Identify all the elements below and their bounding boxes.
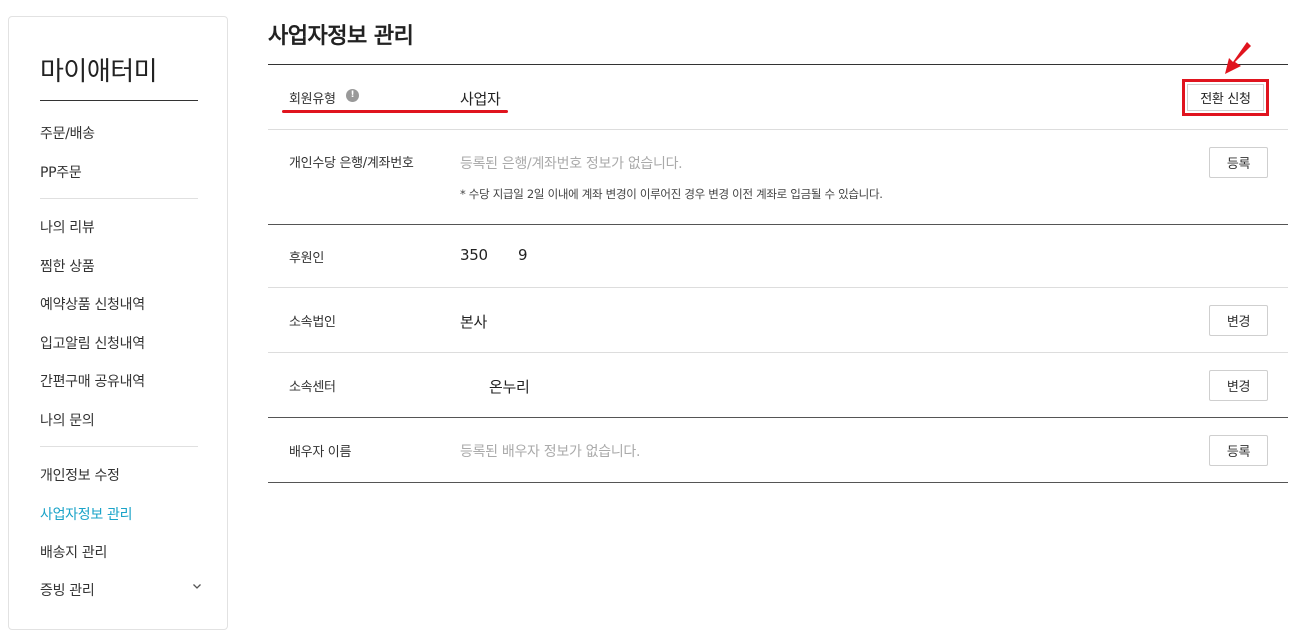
row-divider [268, 352, 1288, 353]
sidebar: 마이애터미 주문/배송 PP주문 나의 리뷰 찜한 상품 예약상품 신청내역 입… [8, 16, 228, 630]
bank-account-placeholder: 등록된 은행/계좌번호 정보가 없습니다. [460, 156, 683, 172]
sidebar-item-label: 증빙 관리 [40, 583, 95, 599]
sidebar-item-shared-purchases[interactable]: 간편구매 공유내역 [40, 371, 202, 391]
sidebar-item-restock-alerts[interactable]: 입고알림 신청내역 [40, 333, 202, 353]
row-divider [268, 287, 1288, 288]
sidebar-item-profile-edit[interactable]: 개인정보 수정 [40, 465, 202, 485]
sidebar-title: 마이애터미 [40, 57, 158, 87]
page-title: 사업자정보 관리 [268, 24, 414, 49]
sidebar-title-rule [40, 100, 198, 101]
highlight-underline [282, 110, 508, 113]
sidebar-item-orders[interactable]: 주문/배송 [40, 123, 202, 143]
change-center-button[interactable]: 변경 [1209, 370, 1268, 401]
register-spouse-button[interactable]: 등록 [1209, 435, 1268, 466]
sponsor-label: 후원인 [289, 251, 324, 266]
corporation-label: 소속법인 [289, 315, 336, 330]
center-label: 소속센터 [289, 380, 336, 395]
spouse-name-label: 배우자 이름 [289, 445, 352, 460]
info-icon[interactable]: ! [346, 89, 359, 102]
spouse-name-placeholder: 등록된 배우자 정보가 없습니다. [460, 444, 641, 460]
sidebar-item-pp-orders[interactable]: PP주문 [40, 162, 202, 182]
member-type-label: 회원유형 [289, 92, 336, 107]
change-corporation-button[interactable]: 변경 [1209, 305, 1268, 336]
bank-account-label: 개인수당 은행/계좌번호 [289, 156, 414, 171]
row-divider [268, 417, 1288, 418]
sidebar-item-receipts[interactable]: 증빙 관리 [40, 580, 202, 600]
row-divider [268, 129, 1288, 130]
chevron-down-icon [192, 580, 202, 594]
center-value: 온누리 [489, 378, 530, 396]
switch-request-button[interactable]: 전환 신청 [1187, 84, 1264, 111]
sidebar-item-addresses[interactable]: 배송지 관리 [40, 542, 202, 562]
sidebar-divider [40, 198, 198, 199]
sidebar-item-business-info[interactable]: 사업자정보 관리 [40, 504, 202, 524]
table-bottom-rule [268, 482, 1288, 483]
register-bank-button[interactable]: 등록 [1209, 147, 1268, 178]
corporation-value: 본사 [460, 313, 488, 331]
sidebar-item-inquiries[interactable]: 나의 문의 [40, 410, 202, 430]
sponsor-id-suffix: 9 [518, 246, 528, 264]
sidebar-item-reviews[interactable]: 나의 리뷰 [40, 217, 202, 237]
sidebar-divider [40, 446, 198, 447]
sponsor-id-value: 350 [460, 246, 488, 264]
arrow-down-left-icon [1225, 42, 1251, 74]
member-type-value: 사업자 [460, 90, 501, 108]
row-divider [268, 224, 1288, 225]
table-top-rule [268, 64, 1288, 65]
sidebar-item-wishlist[interactable]: 찜한 상품 [40, 256, 202, 276]
sidebar-item-reservations[interactable]: 예약상품 신청내역 [40, 294, 202, 314]
highlight-box: 전환 신청 [1182, 79, 1269, 116]
bank-account-note: * 수당 지급일 2일 이내에 계좌 변경이 이루어진 경우 변경 이전 계좌로… [460, 187, 883, 201]
